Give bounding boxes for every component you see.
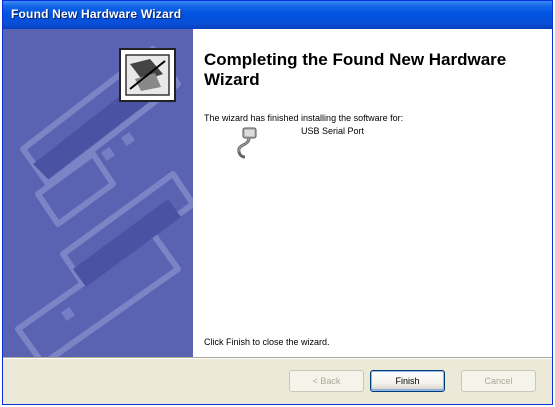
back-button[interactable]: < Back xyxy=(289,370,364,392)
wizard-window: Found New Hardware Wizard Completing the… xyxy=(2,0,553,405)
cancel-button[interactable]: Cancel xyxy=(461,370,536,392)
completion-message: The wizard has finished installing the s… xyxy=(204,113,404,123)
wizard-content: Completing the Found New Hardware Wizard… xyxy=(3,29,552,357)
hardware-wizard-icon xyxy=(119,48,176,102)
window-title: Found New Hardware Wizard xyxy=(11,7,182,21)
finish-hint: Click Finish to close the wizard. xyxy=(204,337,330,347)
device-name: USB Serial Port xyxy=(301,126,365,136)
finish-button[interactable]: Finish xyxy=(370,370,445,392)
page-title: Completing the Found New Hardware Wizard xyxy=(204,50,507,89)
title-bar[interactable]: Found New Hardware Wizard xyxy=(3,1,552,29)
divider xyxy=(3,357,552,359)
wizard-banner xyxy=(3,29,193,357)
serial-port-icon xyxy=(233,126,259,160)
banner-illustration xyxy=(3,29,193,357)
wizard-text-area: Completing the Found New Hardware Wizard… xyxy=(204,29,539,357)
